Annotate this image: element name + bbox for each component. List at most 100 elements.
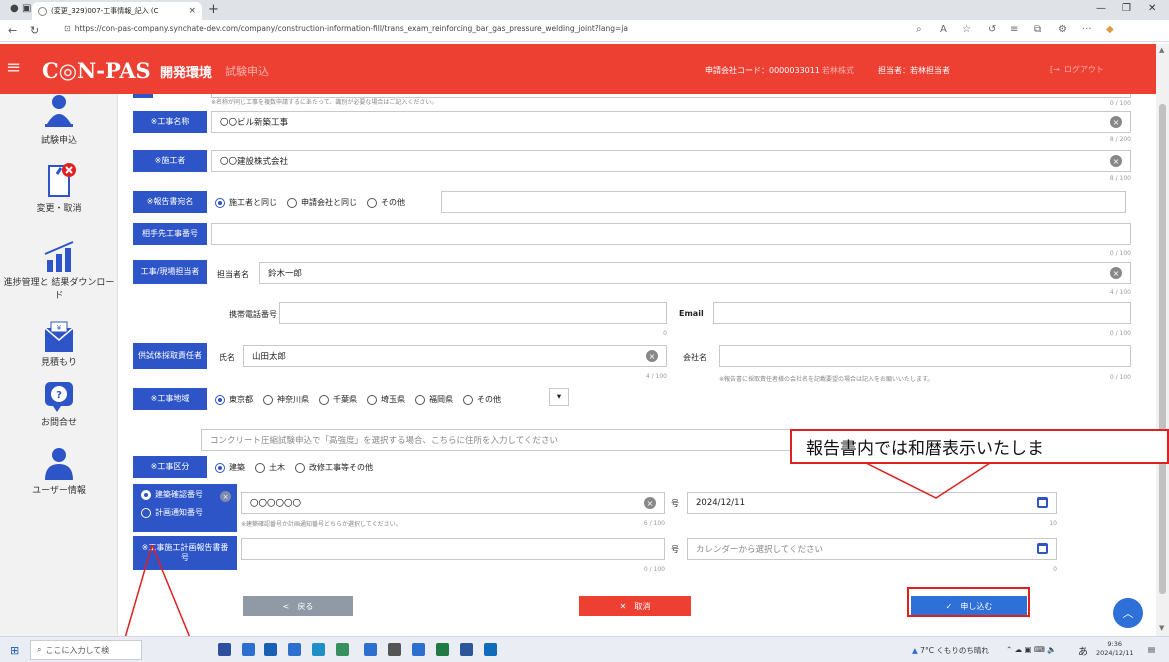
radio-dot [141,508,151,518]
scroll-up-icon[interactable]: ▲ [1159,46,1164,54]
client-project-no-input[interactable] [211,223,1131,245]
radio-renovation[interactable]: 改修工事等その他 [295,462,373,473]
radio-building-confirm[interactable]: 建築確認番号 [141,490,229,500]
scroll-thumb[interactable] [1159,104,1166,594]
calendar-icon[interactable] [1037,543,1048,554]
top-count: 0 / 100 [1109,100,1131,107]
manager-name-input[interactable]: 鈴木一郎 × [259,262,1131,284]
clear-selection-icon[interactable]: × [220,491,231,502]
clear-icon[interactable]: × [1110,116,1122,128]
back-button[interactable]: < 戻る [243,596,353,616]
radio-plan-notice[interactable]: 計画通知番号 [141,508,229,518]
edge-app-icon[interactable] [312,643,325,656]
confirm-no-input[interactable]: 〇〇〇〇〇〇 × [241,492,665,514]
sampler-name-input[interactable]: 山田太郎 × [243,345,667,367]
teams-app-icon[interactable] [412,643,425,656]
outlook-app-icon[interactable] [484,643,497,656]
confirm-date-input[interactable]: 2024/12/11 [687,492,1057,514]
copilot-icon[interactable]: ◆ [1106,24,1114,35]
logout-label: ログアウト [1063,65,1104,74]
more-menu-icon[interactable]: ··· [1082,24,1092,35]
clear-icon[interactable]: × [1110,267,1122,279]
favorite-icon[interactable]: ☆ [962,24,971,35]
weather-widget[interactable]: ▲ 7°C くもりのち晴れ [912,645,989,656]
radio-other[interactable]: その他 [367,197,405,208]
radio-civil[interactable]: 土木 [255,462,285,473]
logo[interactable]: C◎N-PAS [42,58,151,83]
radio-label: 土木 [269,463,285,472]
read-aloud-icon[interactable]: A [940,24,947,35]
close-window-icon[interactable]: ✕ [1148,3,1156,14]
sidebar-item-user-info[interactable]: ユーザー情報 [0,446,118,498]
calendar-icon[interactable] [1037,497,1048,508]
radio-same-as-contractor[interactable]: 施工者と同じ [215,197,277,208]
task-view-icon[interactable] [218,643,231,656]
clock[interactable]: 9:36 2024/12/11 [1096,640,1133,658]
clear-icon[interactable]: × [644,497,656,509]
plan-report-date-input[interactable]: カレンダーから選択してください [687,538,1057,560]
radio-dot [263,394,273,405]
sidebar-item-apply[interactable]: 試験申込 [0,94,118,148]
sidebar-item-label: 試験申込 [40,136,77,146]
menu-icon[interactable]: ≡ [6,57,21,78]
explorer-app-icon[interactable] [364,643,377,656]
report-addressee-other-input[interactable] [441,191,1126,213]
scroll-top-button[interactable]: ︿ [1113,598,1143,628]
radio-tokyo[interactable]: 東京都 [215,394,253,405]
page-scrollbar[interactable]: ▲ ▼ [1156,44,1169,636]
sidebar-item-change-cancel[interactable]: 変更・取消 [0,162,118,216]
cancel-button[interactable]: ✕ 取消 [579,596,691,616]
region-label: ※工事地域 [133,388,207,410]
ime-indicator[interactable]: あ [1078,643,1088,658]
radio-chiba[interactable]: 千葉県 [319,394,357,405]
mobile-phone-input[interactable] [279,302,667,324]
word-app-icon[interactable] [460,643,473,656]
back-icon[interactable]: ← [8,24,17,37]
sidebar-item-estimate[interactable]: ¥ 見積もり [0,320,118,370]
browser-tab[interactable]: (変更_329)007-工事情報_記入 (C × [32,2,202,20]
radio-same-as-applicant[interactable]: 申請会社と同じ [287,197,357,208]
new-tab-button[interactable]: + [208,2,219,17]
sampler-company-input[interactable] [719,345,1131,367]
collections-icon[interactable]: ⧉ [1034,24,1041,35]
sidebar-item-progress[interactable]: 進捗管理と 結果ダウンロード [0,238,118,303]
store-app-icon[interactable] [264,643,277,656]
favorites-bar-icon[interactable]: ≡ [1010,24,1018,35]
radio-building[interactable]: 建築 [215,462,245,473]
radio-dot [415,394,425,405]
search-icon[interactable]: ⌕ [916,24,922,35]
tab-actions-icon[interactable]: ▣ [22,3,31,14]
plan-report-input[interactable] [241,538,665,560]
excel-app-icon[interactable] [436,643,449,656]
tab-close-icon[interactable]: × [188,6,196,16]
radio-kanagawa[interactable]: 神奈川県 [263,394,309,405]
refresh-page-icon[interactable]: ↺ [988,24,996,35]
reload-icon[interactable]: ↻ [30,24,39,37]
sidebar-item-contact[interactable]: ? お問合せ [0,380,118,430]
scroll-down-icon[interactable]: ▼ [1159,624,1164,632]
logout-link[interactable]: [→ ログアウト [1050,64,1104,75]
tray-icons[interactable]: ⌃ ☁ ▣ ⌨ 🔈 [1006,645,1057,654]
taskbar-search[interactable]: ⌕ ここに入力して検 [30,640,142,660]
radio-label: 申請会社と同じ [301,198,357,207]
clear-icon[interactable]: × [1110,155,1122,167]
settings-app-icon[interactable] [388,643,401,656]
project-name-input[interactable]: 〇〇ビル新築工事 × [211,111,1131,133]
calendar-app-icon[interactable] [242,643,255,656]
radio-other-region[interactable]: その他 [463,394,501,405]
radio-fukuoka[interactable]: 福岡県 [415,394,453,405]
url-field[interactable]: ⊡ https://con-pas-company.synchate-dev.co… [64,24,628,33]
region-dropdown[interactable]: ▾ [549,388,569,406]
notification-icon[interactable]: ▤ [1148,645,1155,654]
extensions-icon[interactable]: ⚙ [1058,24,1067,35]
minimize-icon[interactable]: — [1096,3,1106,14]
restore-icon[interactable]: ❐ [1122,3,1131,14]
contractor-input[interactable]: 〇〇建設株式会社 × [211,150,1131,172]
chrome-app-icon[interactable] [336,643,349,656]
clear-icon[interactable]: × [646,350,658,362]
radio-saitama[interactable]: 埼玉県 [367,394,405,405]
windows-start-icon[interactable]: ⊞ [10,644,19,657]
email-input[interactable] [713,302,1131,324]
mail-app-icon[interactable] [288,643,301,656]
profile-icon[interactable]: ● [10,3,19,14]
